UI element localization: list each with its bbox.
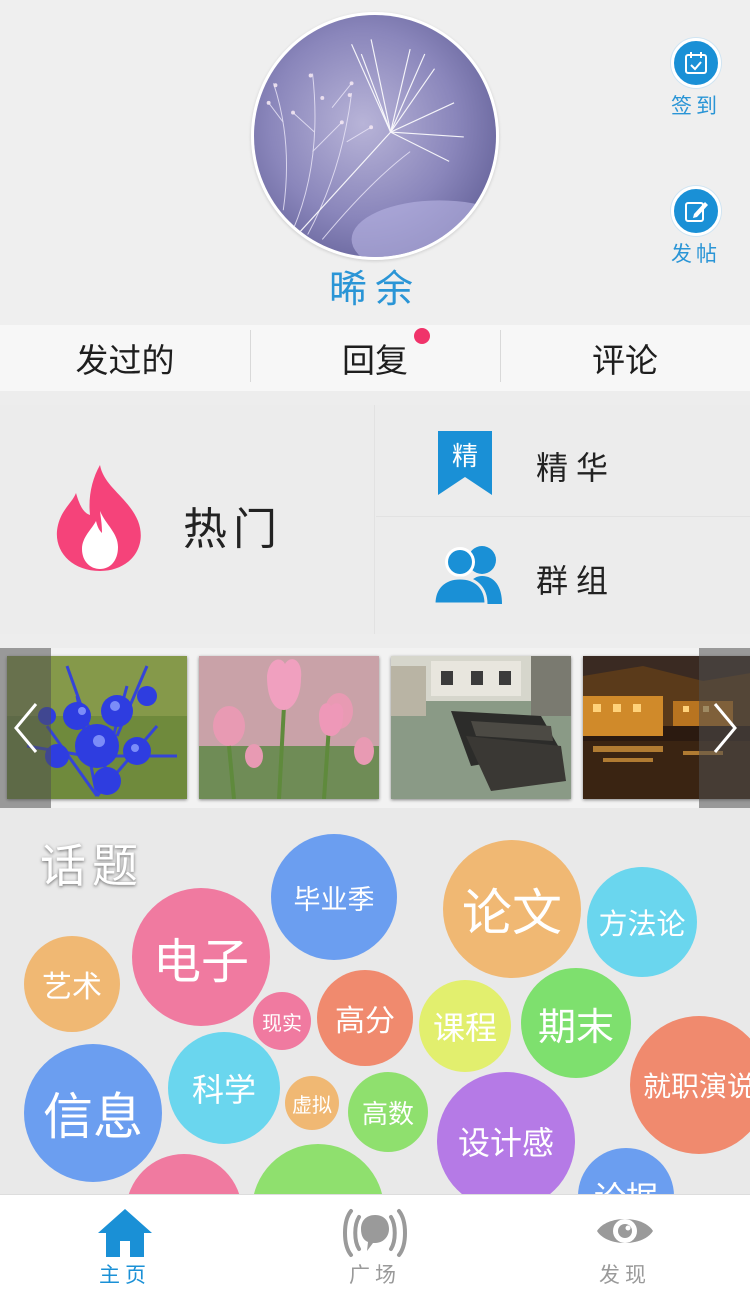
topic-bubble[interactable]: 毕业季 [271, 834, 397, 960]
tab-replies-label-wrap: 回复 [342, 328, 430, 382]
app-root: 晞余 签到 发帖 发过的 回复 评论 热门 精 精华 群组 话题 毕业季 论文 … [0, 0, 750, 1294]
carousel-prev-button[interactable] [0, 648, 51, 808]
nav-home[interactable]: 主页 [0, 1195, 250, 1294]
checkin-label: 签到 [671, 94, 721, 118]
flame-icon [56, 465, 141, 571]
unread-badge-dot [414, 328, 430, 344]
topic-bubble[interactable]: 设计感 [437, 1072, 575, 1198]
nav-discover-label: 发现 [599, 1263, 651, 1287]
groups-entry[interactable]: 群组 [376, 518, 750, 630]
tab-posted-label: 发过的 [75, 341, 175, 380]
topic-bubble[interactable]: 虚拟 [285, 1076, 339, 1130]
nav-discover[interactable]: 发现 [500, 1195, 750, 1294]
topic-bubble[interactable]: 高分 [317, 970, 413, 1066]
image-carousel [0, 648, 750, 808]
avatar-dandelion-image [254, 15, 496, 257]
topic-bubble[interactable]: 就职演说 [630, 1016, 750, 1154]
group-users-icon [434, 546, 502, 606]
topic-bubble[interactable]: 现实 [253, 992, 311, 1050]
broadcast-chat-icon [343, 1209, 407, 1257]
tab-replies-label: 回复 [342, 341, 408, 380]
topics-title: 话题 [40, 839, 144, 893]
topic-bubble[interactable]: 信息 [24, 1044, 162, 1182]
topic-bubble[interactable]: 电子 [132, 888, 270, 1026]
topic-bubble[interactable]: 高数 [348, 1072, 428, 1152]
topic-bubble[interactable]: 科学 [168, 1032, 280, 1144]
topic-bubble[interactable]: 方法论 [587, 867, 697, 977]
hot-entry[interactable]: 热门 [0, 405, 375, 634]
avatar[interactable] [251, 12, 499, 260]
new-post-button[interactable]: 发帖 [666, 186, 726, 268]
topic-bubble[interactable]: 期末 [521, 968, 631, 1078]
chevron-left-icon [13, 703, 37, 753]
new-post-label: 发帖 [671, 242, 721, 266]
tab-posted[interactable]: 发过的 [0, 325, 250, 391]
home-icon [98, 1209, 152, 1257]
featured-entry[interactable]: 精 精华 [376, 405, 750, 517]
carousel-image-river-boats[interactable] [391, 656, 571, 799]
topic-bubble[interactable]: 好读书 [252, 1144, 384, 1198]
tab-replies[interactable]: 回复 [250, 325, 500, 391]
nav-square-label: 广场 [349, 1263, 401, 1287]
chevron-right-icon [713, 703, 737, 753]
carousel-image-tulips[interactable] [199, 656, 379, 799]
groups-label: 群组 [536, 562, 617, 600]
carousel-next-button[interactable] [699, 648, 750, 808]
topic-bubble[interactable]: 论文 [443, 840, 581, 978]
profile-header: 晞余 签到 发帖 [0, 0, 750, 325]
username[interactable]: 晞余 [0, 258, 750, 313]
nav-square[interactable]: 广场 [250, 1195, 500, 1294]
checkin-button[interactable]: 签到 [666, 38, 726, 120]
tab-comments[interactable]: 评论 [500, 325, 750, 391]
topic-bubble[interactable] [126, 1154, 242, 1198]
bottom-navigation: 主页 广场 发现 [0, 1194, 750, 1294]
tab-comments-label: 评论 [592, 341, 658, 380]
feature-grid: 热门 精 精华 群组 [0, 405, 750, 634]
topic-bubble[interactable]: 课程 [419, 980, 511, 1072]
edit-icon [671, 186, 721, 236]
hot-label: 热门 [183, 504, 283, 555]
topic-bubble[interactable]: 论据 [578, 1148, 674, 1198]
bookmark-ribbon-icon: 精 [438, 431, 492, 495]
topic-bubble[interactable]: 艺术 [24, 936, 120, 1032]
calendar-icon [671, 38, 721, 88]
nav-home-label: 主页 [99, 1263, 151, 1287]
featured-label: 精华 [536, 449, 617, 487]
featured-badge-text: 精 [452, 442, 478, 472]
eye-icon [597, 1219, 653, 1243]
topics-section: 话题 毕业季论文方法论 电子艺术现实高分课程期末就职演说 信息科学虚拟高数设计感好读… [0, 808, 750, 1198]
profile-tabs: 发过的 回复 评论 [0, 325, 750, 391]
